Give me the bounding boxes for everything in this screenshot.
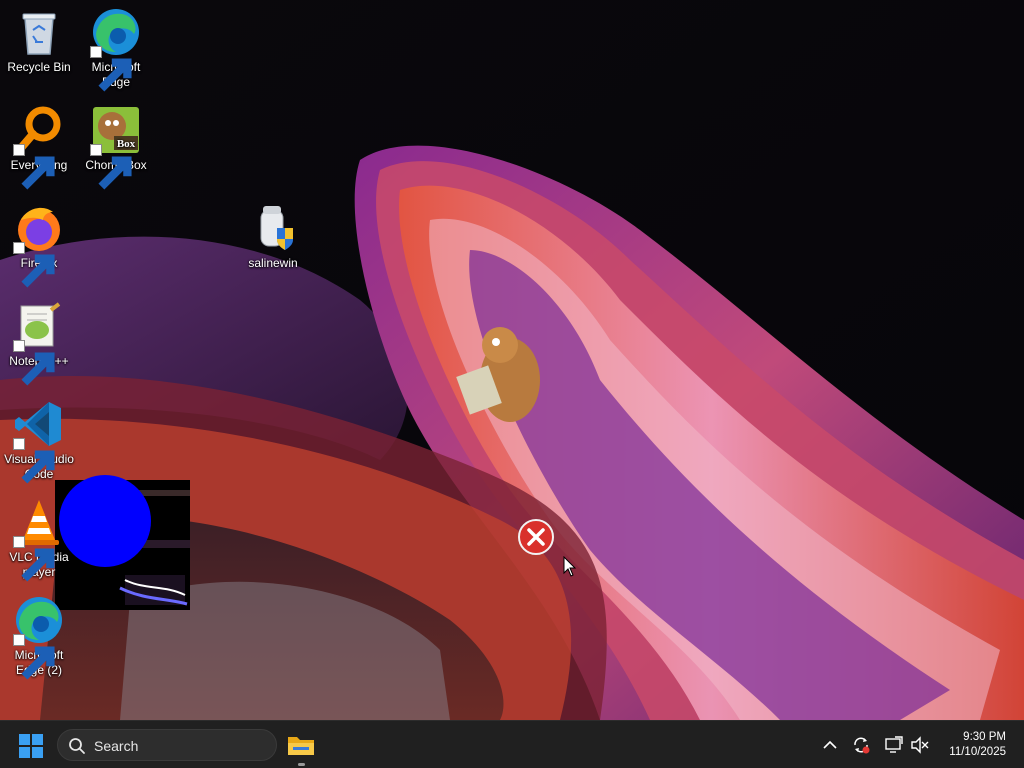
active-indicator — [298, 763, 305, 766]
search-icon — [69, 738, 85, 754]
chomikbox-icon: Box — [90, 104, 142, 190]
file-explorer-icon — [288, 737, 314, 755]
shortcut-arrow-icon — [13, 340, 55, 386]
desktop-icon-firefox[interactable]: Firefox — [1, 198, 77, 288]
firefox-icon — [13, 202, 65, 288]
sync-icon[interactable] — [851, 735, 871, 755]
notepadpp-icon — [13, 300, 65, 386]
everything-search-icon — [13, 104, 65, 190]
search-placeholder: Search — [94, 738, 139, 754]
mouse-cursor-icon — [563, 556, 577, 577]
vscode-icon — [13, 398, 65, 484]
shortcut-arrow-icon — [13, 536, 55, 582]
desktop-icon-vlc[interactable]: VLC media player — [1, 492, 77, 582]
clock-time: 9:30 PM — [963, 731, 1006, 743]
desktop-icon-microsoft-edge[interactable]: Microsoft Edge — [78, 2, 154, 92]
edge-icon — [13, 594, 65, 680]
desktop-icon-microsoft-edge-2[interactable]: Microsoft Edge (2) — [1, 590, 77, 680]
speaker-muted-icon[interactable] — [910, 735, 930, 755]
shortcut-arrow-icon — [90, 46, 132, 92]
shortcut-arrow-icon — [90, 144, 132, 190]
shortcut-arrow-icon — [13, 438, 55, 484]
display-icon[interactable] — [884, 735, 904, 755]
desktop-icon-recycle-bin[interactable]: Recycle Bin — [1, 2, 77, 75]
taskbar-search-box[interactable]: Search — [57, 729, 277, 761]
desktop-icon-everything[interactable]: Everything — [1, 100, 77, 190]
error-icon — [518, 519, 554, 555]
icon-label: salinewin — [248, 256, 298, 270]
clock-date: 11/10/2025 — [949, 746, 1006, 758]
taskbar: Search 9:30 PM 11/10/2025 — [0, 720, 1024, 768]
shortcut-arrow-icon — [13, 242, 55, 288]
taskbar-clock[interactable]: 9:30 PM 11/10/2025 — [949, 730, 1006, 760]
icon-label: Recycle Bin — [7, 60, 71, 74]
taskbar-file-explorer-button[interactable] — [286, 729, 316, 766]
shortcut-arrow-icon — [13, 144, 55, 190]
salinewin-icon — [247, 202, 299, 254]
shortcut-arrow-icon — [13, 634, 55, 680]
desktop-icon-notepadpp[interactable]: Notepad++ — [1, 296, 77, 386]
edge-icon — [90, 6, 142, 92]
recycle-bin-icon — [13, 6, 65, 58]
start-button[interactable] — [18, 733, 44, 759]
desktop-icon-salinewin[interactable]: salinewin — [235, 198, 311, 271]
desktop-icon-chomikbox[interactable]: Box ChomikBox — [78, 100, 154, 190]
desktop-icon-vscode[interactable]: Visual Studio Code — [1, 394, 77, 484]
vlc-icon — [13, 496, 65, 582]
chevron-up-icon[interactable] — [820, 735, 840, 755]
